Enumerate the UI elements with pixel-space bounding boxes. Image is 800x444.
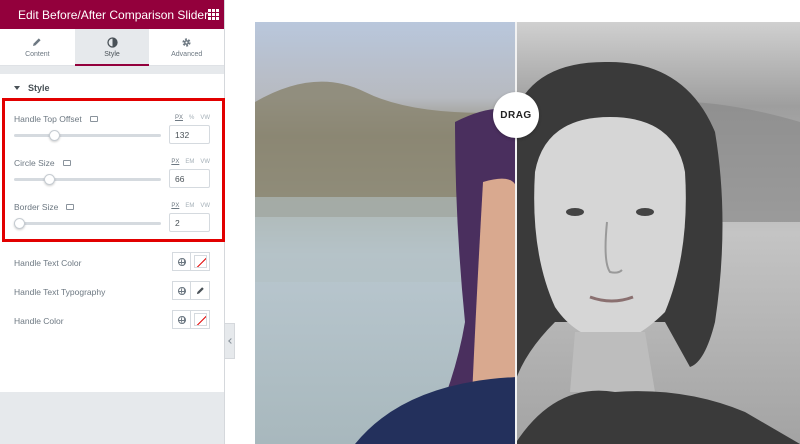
- handle-color-control: Handle Color: [14, 306, 210, 335]
- panel-header: Edit Before/After Comparison Slider: [0, 0, 224, 29]
- tab-style[interactable]: Style: [74, 29, 150, 66]
- panel-tabs: Content Style Advanced: [0, 29, 224, 66]
- globe-icon: [177, 286, 186, 295]
- before-after-slider[interactable]: DRAG: [255, 22, 800, 444]
- globe-icon: [177, 257, 186, 266]
- control-label: Handle Text Typography: [14, 286, 106, 297]
- collapse-panel-button[interactable]: [225, 323, 235, 359]
- no-color-swatch: [193, 313, 207, 326]
- gear-icon: [181, 36, 192, 48]
- handle-text-typography-control: Handle Text Typography: [14, 277, 210, 306]
- contrast-icon: [106, 36, 118, 48]
- color-picker-button[interactable]: [191, 252, 210, 271]
- pencil-icon: [196, 287, 204, 295]
- tab-content[interactable]: Content: [0, 29, 75, 65]
- panel-title: Edit Before/After Comparison Slider: [18, 7, 209, 22]
- no-color-swatch: [193, 255, 207, 268]
- tab-label: Style: [104, 51, 120, 58]
- tab-label: Advanced: [171, 51, 203, 58]
- widgets-grid-icon[interactable]: [208, 9, 220, 20]
- pencil-icon: [32, 36, 42, 48]
- control-label: Handle Text Color: [14, 257, 82, 268]
- editor-panel: Edit Before/After Comparison Slider Cont…: [0, 0, 225, 444]
- global-settings-button[interactable]: [172, 252, 191, 271]
- globe-icon: [177, 315, 186, 324]
- section-title: Style: [28, 83, 50, 93]
- tab-label: Content: [25, 51, 50, 58]
- global-settings-button[interactable]: [172, 310, 191, 329]
- slider-divider-line[interactable]: [515, 22, 517, 444]
- highlight-annotation: [2, 98, 225, 242]
- global-settings-button[interactable]: [172, 281, 191, 300]
- caret-down-icon: [14, 86, 20, 90]
- handle-text-color-control: Handle Text Color: [14, 248, 210, 277]
- edit-typography-button[interactable]: [191, 281, 210, 300]
- before-image: [255, 22, 515, 444]
- tab-advanced[interactable]: Advanced: [149, 29, 224, 65]
- control-label: Handle Color: [14, 315, 64, 326]
- chevron-left-icon: [227, 338, 234, 344]
- after-image: [515, 22, 800, 444]
- drag-handle[interactable]: DRAG: [493, 92, 539, 138]
- color-picker-button[interactable]: [191, 310, 210, 329]
- preview-canvas: DRAG: [235, 0, 800, 444]
